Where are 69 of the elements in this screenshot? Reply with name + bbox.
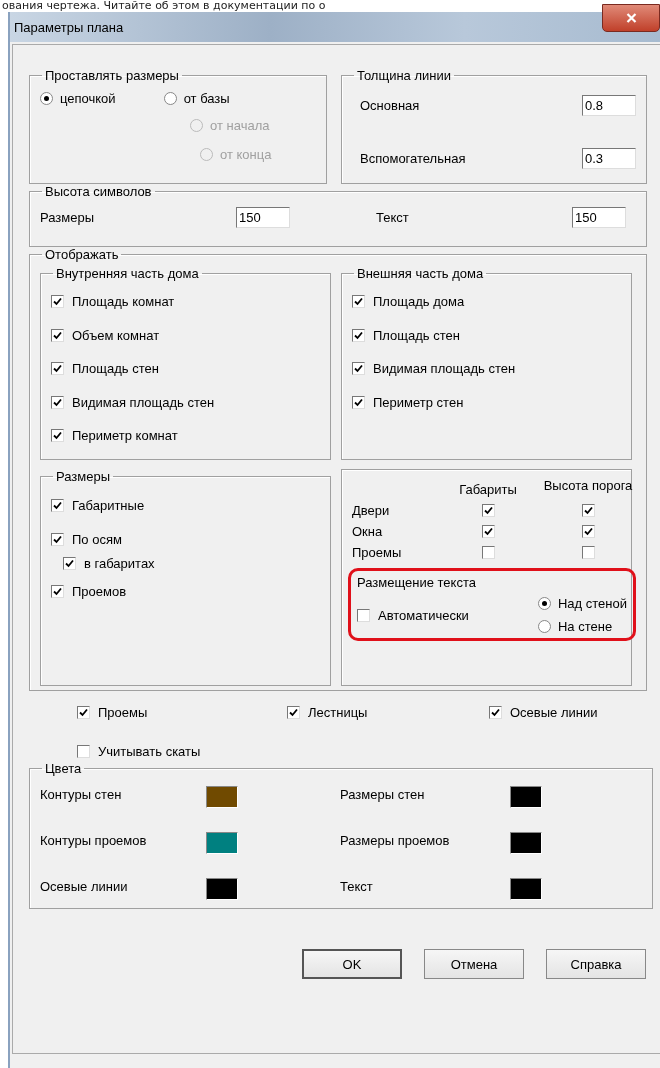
color-swatch[interactable] bbox=[206, 786, 238, 808]
checkbox[interactable]: Осевые линии bbox=[489, 705, 598, 720]
page-text: ования чертежа. Читайте об этом в документации по о bbox=[1, 0, 327, 12]
checkbox[interactable]: Площадь стен bbox=[51, 361, 159, 377]
window-title: Параметры плана bbox=[13, 19, 124, 35]
input-field[interactable]: 150 bbox=[236, 207, 290, 228]
row-label: Двери bbox=[352, 503, 391, 518]
checkbox[interactable]: Лестницы bbox=[287, 705, 368, 720]
radio-button[interactable]: Над стеной bbox=[537, 596, 627, 611]
radio-button[interactable]: На стене bbox=[537, 619, 627, 634]
color-swatch[interactable] bbox=[510, 832, 542, 854]
dialog-button[interactable]: Отмена bbox=[424, 949, 524, 979]
row-label: Проемы bbox=[352, 545, 403, 560]
checkbox[interactable]: в габаритах bbox=[63, 555, 155, 571]
dialog-button[interactable]: OK bbox=[302, 949, 402, 979]
checkbox[interactable]: Проемов bbox=[51, 583, 127, 599]
group-label: Высота символов bbox=[44, 184, 153, 199]
checkbox[interactable]: Учитывать скаты bbox=[77, 744, 201, 759]
color-label: Текст bbox=[340, 878, 374, 894]
checkbox[interactable]: Проемы bbox=[77, 705, 148, 720]
color-swatch[interactable] bbox=[206, 878, 238, 900]
checkbox[interactable] bbox=[581, 525, 595, 538]
close-button[interactable] bbox=[602, 4, 660, 32]
checkbox[interactable]: Площадь комнат bbox=[51, 294, 175, 310]
color-swatch[interactable] bbox=[510, 786, 542, 808]
color-label: Размеры стен bbox=[340, 786, 426, 802]
checkbox[interactable] bbox=[481, 504, 495, 517]
checkbox[interactable]: Видимая площадь стен bbox=[51, 394, 215, 410]
checkbox[interactable]: Периметр стен bbox=[352, 394, 464, 410]
group-label: Отображать bbox=[44, 247, 120, 262]
input-field[interactable]: 0.8 bbox=[582, 95, 636, 116]
radio-button[interactable]: цепочкой bbox=[40, 91, 116, 106]
dialog-button[interactable]: Справка bbox=[546, 949, 646, 979]
checkbox[interactable] bbox=[481, 525, 495, 538]
section-label: Размещение текста bbox=[357, 575, 477, 590]
group-label: Внешняя часть дома bbox=[356, 266, 485, 281]
checkbox[interactable]: Площадь дома bbox=[352, 294, 465, 310]
group-label: Толщина линии bbox=[356, 68, 452, 83]
group-label: Внутренняя часть дома bbox=[55, 266, 200, 281]
radio-button[interactable]: от базы bbox=[163, 91, 230, 106]
color-label: Контуры стен bbox=[40, 786, 123, 802]
row-label: Окна bbox=[352, 524, 384, 539]
group-label: Цвета bbox=[44, 761, 83, 776]
color-label: Осевые линии bbox=[40, 878, 129, 894]
field-label: Текст bbox=[376, 210, 409, 225]
close-icon bbox=[625, 13, 637, 23]
color-label: Контуры проемов bbox=[40, 832, 148, 848]
field-label: Вспомогательная bbox=[360, 151, 466, 166]
checkbox[interactable]: Габаритные bbox=[51, 497, 145, 513]
checkbox[interactable] bbox=[581, 504, 595, 517]
group-label: Проставлять размеры bbox=[44, 68, 180, 83]
checkbox[interactable]: Видимая площадь стен bbox=[352, 361, 516, 377]
checkbox[interactable] bbox=[581, 546, 595, 559]
column-header: Габариты bbox=[458, 482, 518, 497]
input-field[interactable]: 0.3 bbox=[582, 148, 636, 169]
input-field[interactable]: 150 bbox=[572, 207, 626, 228]
color-swatch[interactable] bbox=[510, 878, 542, 900]
checkbox[interactable]: Площадь стен bbox=[352, 327, 460, 343]
checkbox[interactable]: Объем комнат bbox=[51, 327, 160, 343]
checkbox[interactable]: По осям bbox=[51, 531, 122, 547]
checkbox[interactable] bbox=[481, 546, 495, 559]
field-label: Основная bbox=[360, 98, 420, 113]
checkbox[interactable]: Периметр комнат bbox=[51, 428, 178, 444]
checkbox[interactable]: Автоматически bbox=[357, 596, 469, 634]
color-label: Размеры проемов bbox=[340, 832, 451, 848]
column-header: Высота порога bbox=[542, 478, 634, 493]
field-label: Размеры bbox=[40, 210, 95, 225]
group-label: Размеры bbox=[55, 469, 112, 484]
color-swatch[interactable] bbox=[206, 832, 238, 854]
